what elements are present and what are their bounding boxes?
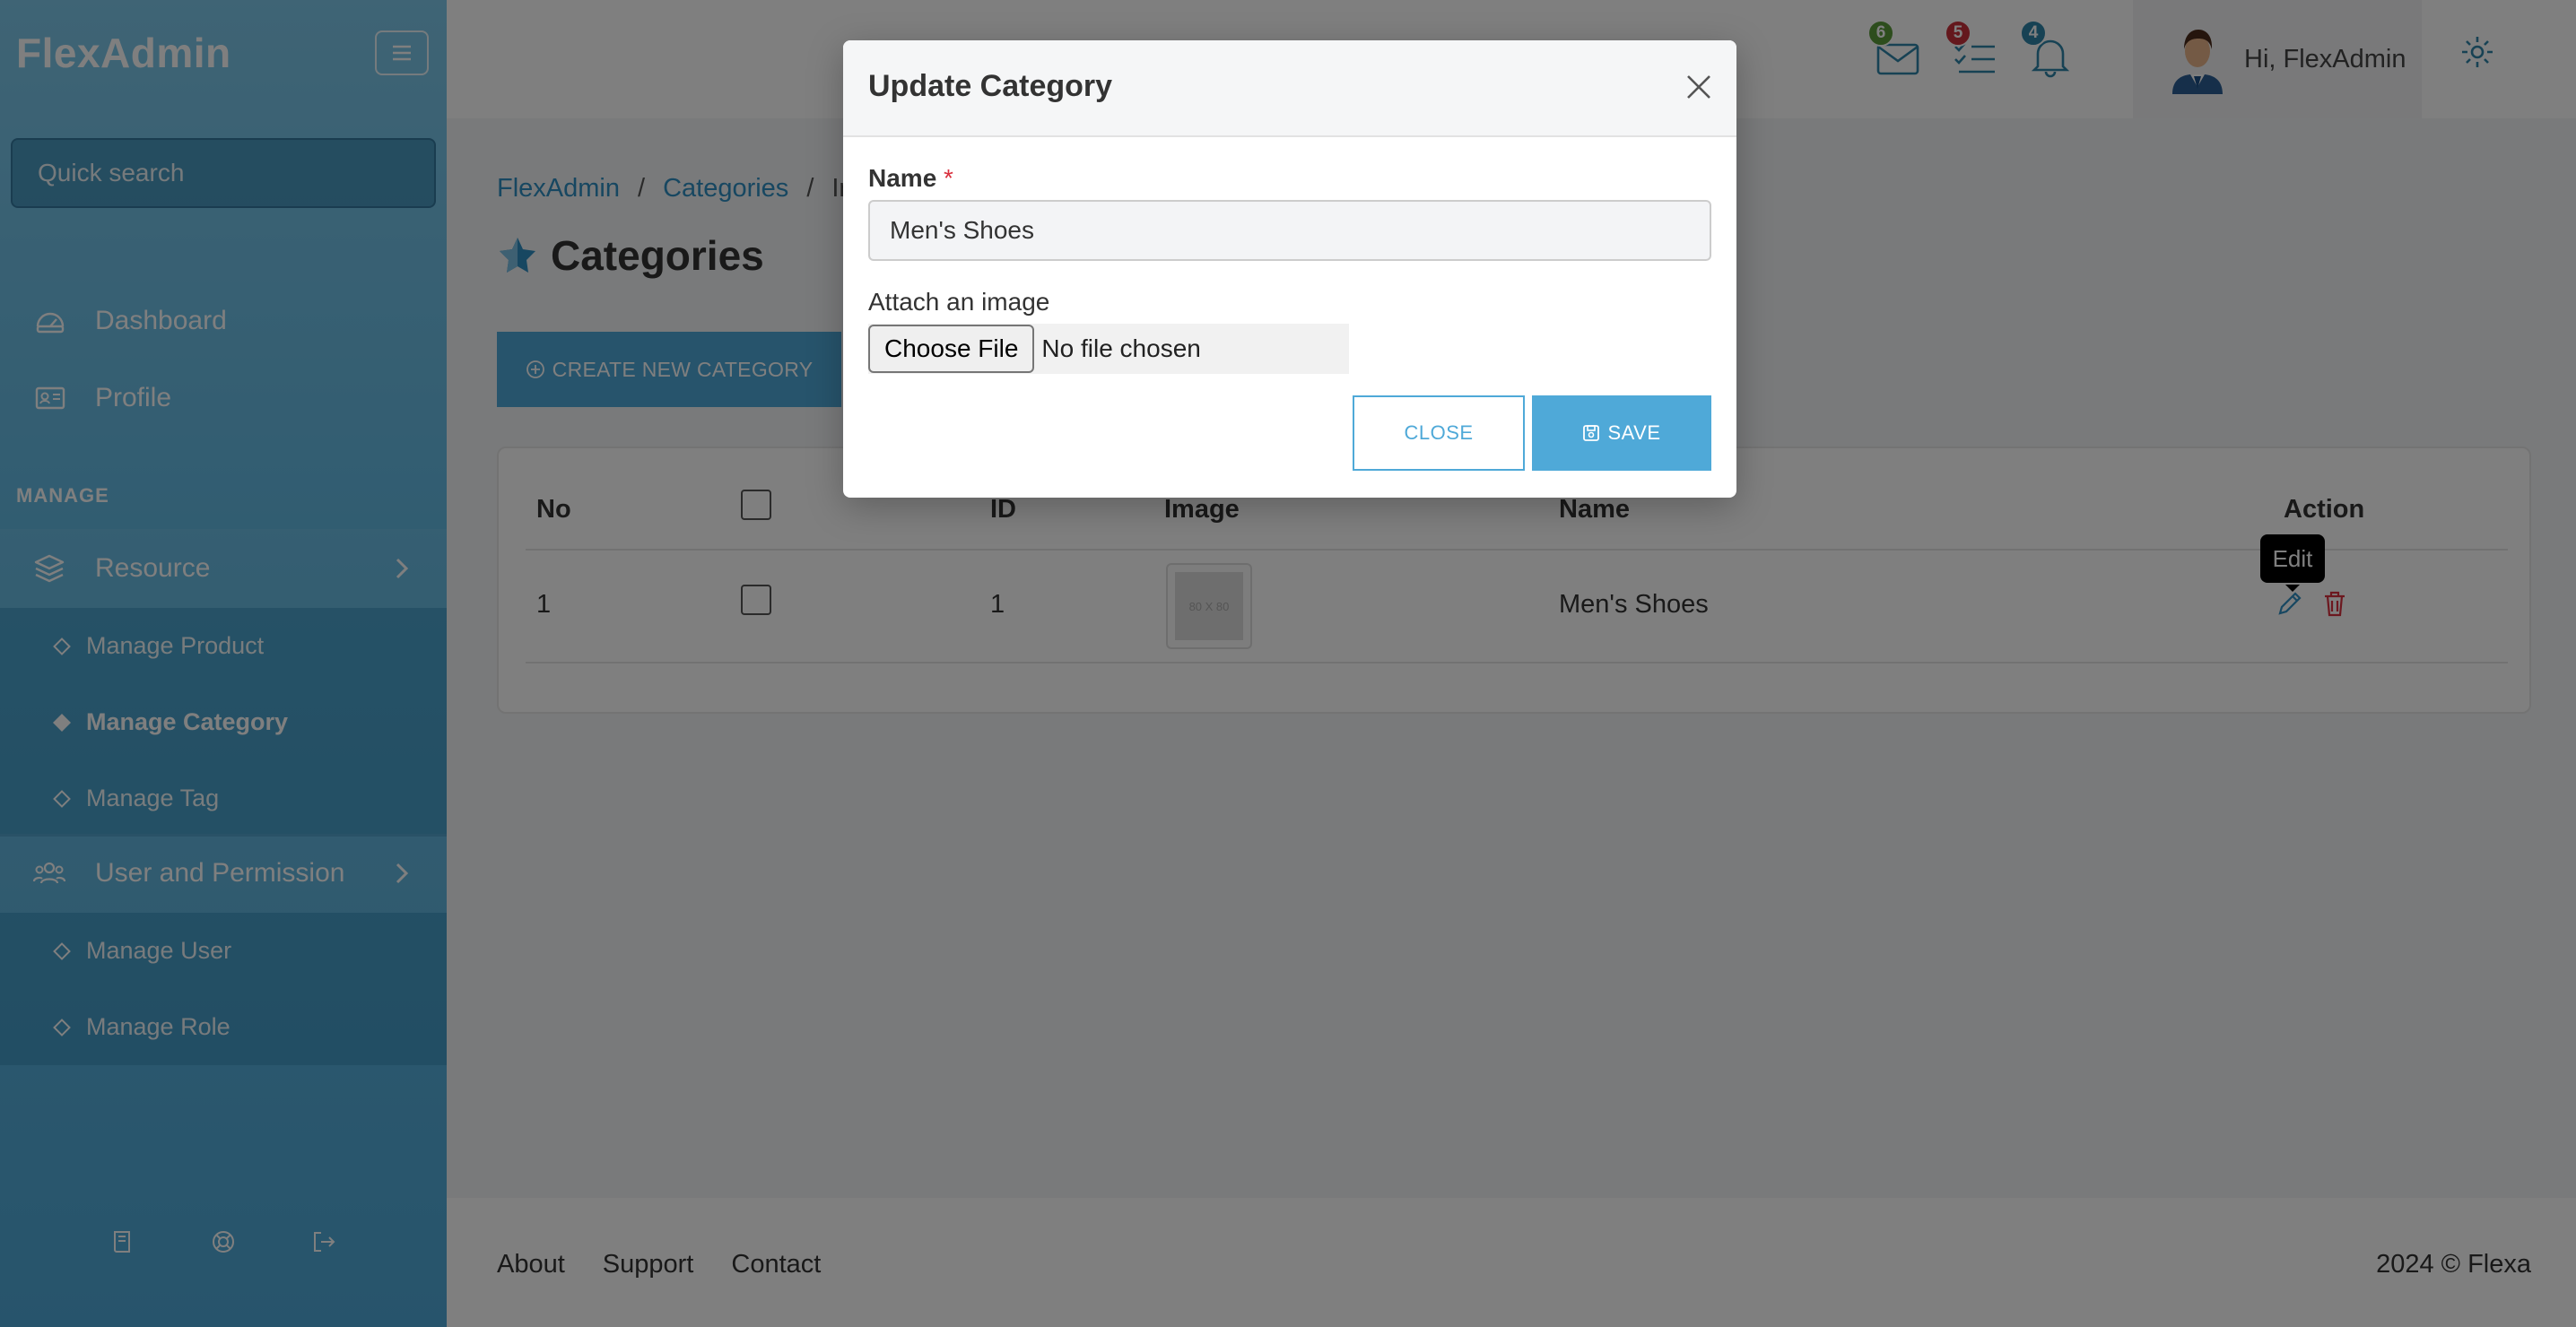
- update-category-modal: Update Category Name * Men's Shoes Attac…: [843, 40, 1736, 498]
- save-icon: [1583, 425, 1600, 441]
- modal-header: Update Category: [843, 40, 1736, 137]
- close-button[interactable]: CLOSE: [1353, 395, 1525, 471]
- category-name-input[interactable]: Men's Shoes: [868, 200, 1711, 261]
- choose-file-button[interactable]: Choose File: [868, 325, 1035, 373]
- image-file-input[interactable]: Choose File No file chosen: [868, 324, 1349, 374]
- save-button[interactable]: SAVE: [1532, 395, 1711, 471]
- name-label-text: Name: [868, 164, 937, 192]
- file-status-text: No file chosen: [1041, 334, 1201, 362]
- close-icon[interactable]: [1681, 69, 1717, 105]
- name-field-label: Name *: [868, 164, 953, 193]
- image-field-label: Attach an image: [868, 288, 1050, 316]
- save-button-label: SAVE: [1607, 421, 1661, 444]
- required-mark: *: [944, 164, 953, 192]
- modal-title: Update Category: [868, 69, 1113, 103]
